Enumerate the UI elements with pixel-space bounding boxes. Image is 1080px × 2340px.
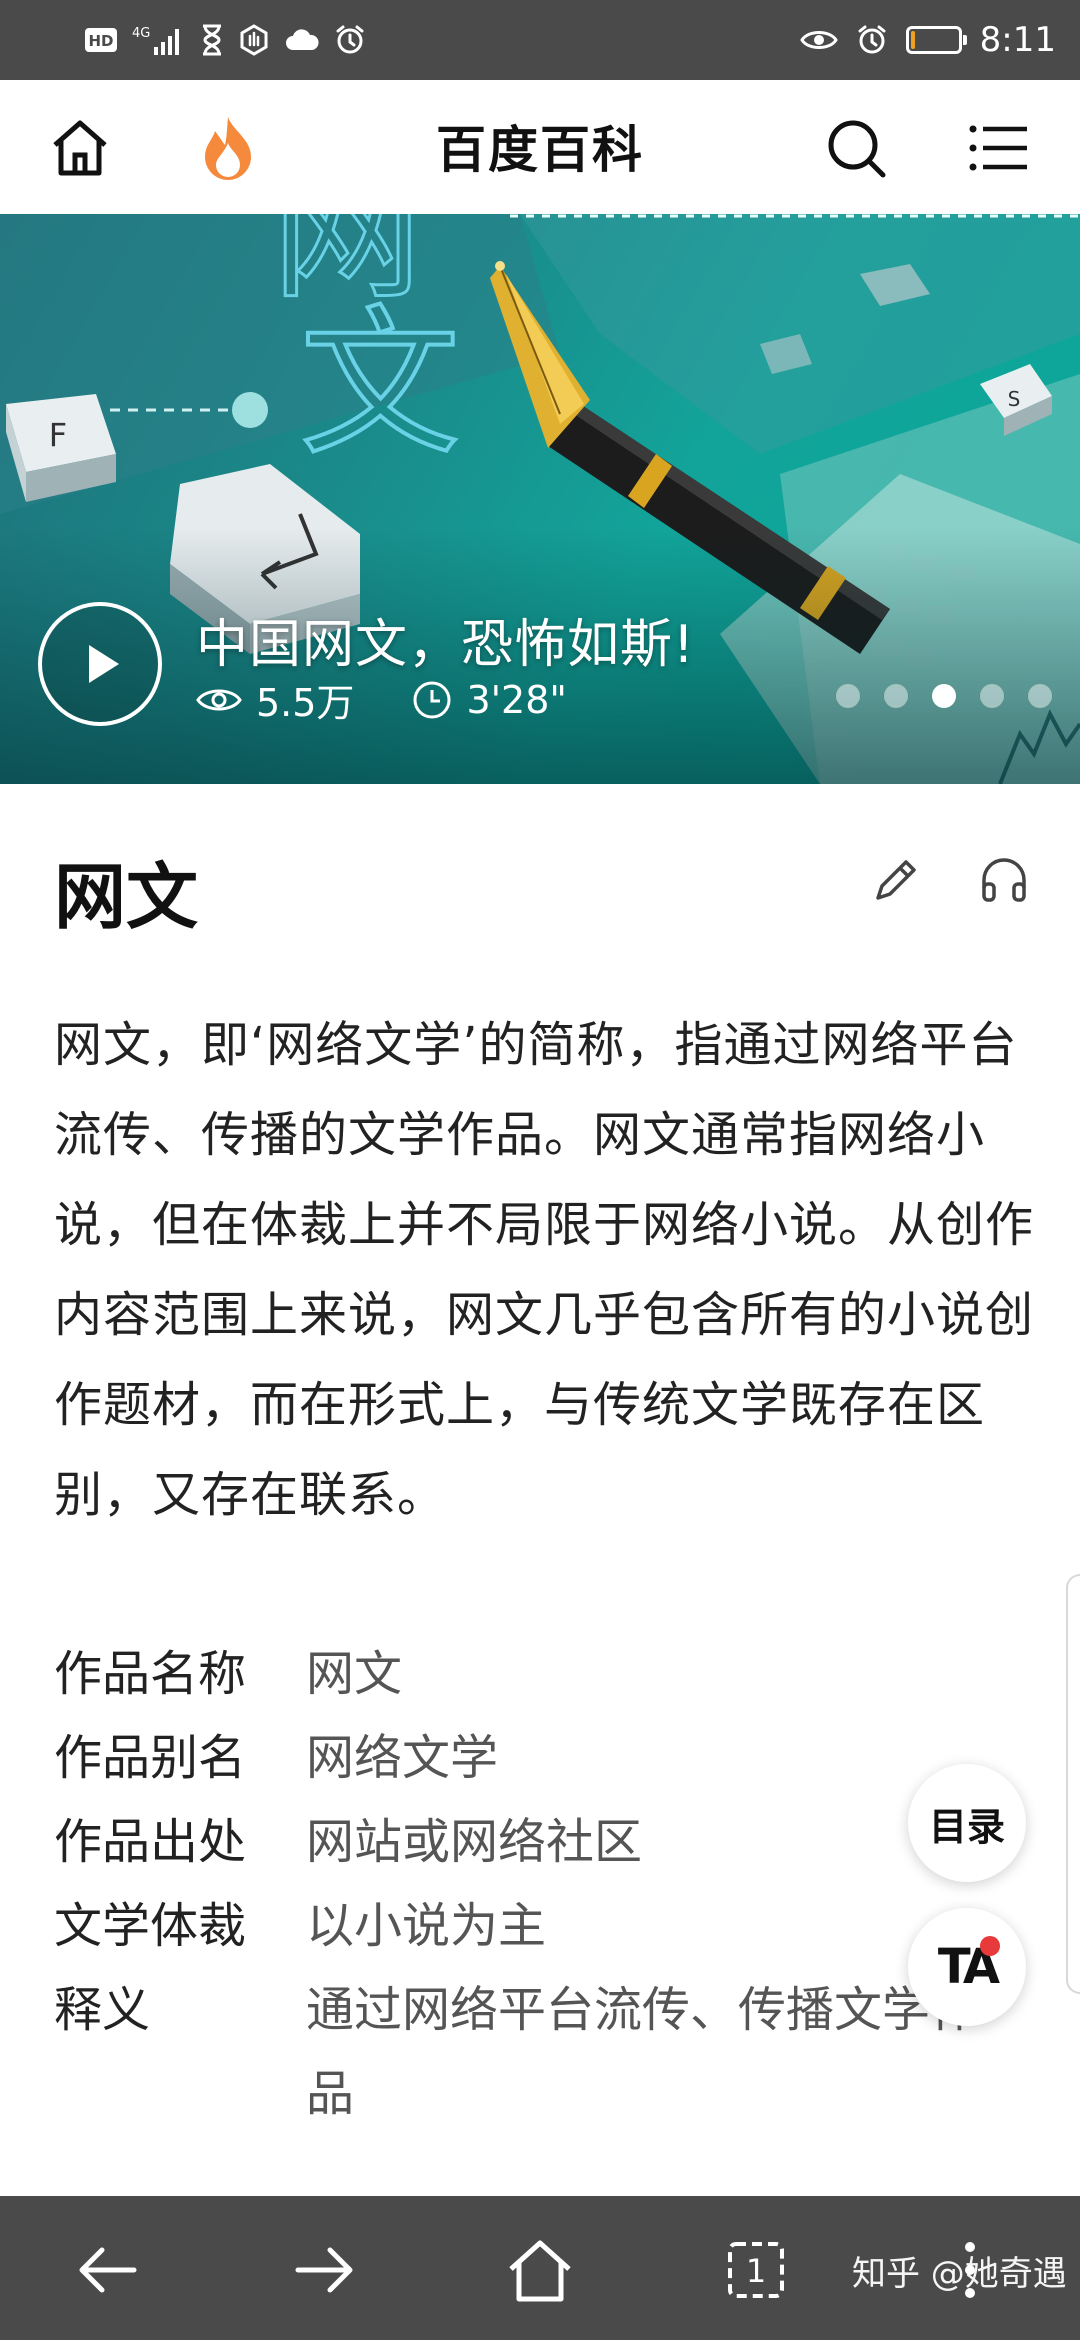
info-value: 网文 — [306, 1646, 403, 1702]
eye-icon — [799, 22, 838, 58]
views-icon — [196, 689, 242, 710]
browser-home-button[interactable] — [500, 2230, 580, 2310]
pencil-icon — [876, 860, 916, 900]
info-key: 文学体裁 — [54, 1898, 247, 1954]
info-value: 网络文学 — [306, 1730, 499, 1786]
carousel-dot[interactable] — [836, 684, 860, 708]
tabs-icon: 1 — [728, 2242, 784, 2298]
search-button[interactable] — [816, 108, 896, 188]
info-row: 文学体裁 以小说为主 — [54, 1884, 1014, 1968]
info-value: 以小说为主 — [306, 1898, 547, 1954]
video-title: 中国网文，恐怖如斯! — [196, 615, 695, 675]
info-key: 作品名称 — [54, 1646, 247, 1702]
ta-assistant-button[interactable]: TA — [908, 1908, 1026, 2026]
arrow-right-icon — [295, 2247, 353, 2293]
edit-button[interactable] — [868, 852, 924, 908]
listen-button[interactable] — [976, 852, 1032, 908]
video-meta: 5.5万 3'28" — [196, 672, 567, 727]
svg-text:HD: HD — [88, 32, 113, 50]
edge-drawer-handle[interactable] — [1066, 1574, 1080, 1994]
clock-icon — [413, 681, 451, 718]
carousel-dot[interactable] — [1028, 684, 1052, 708]
tabs-button[interactable]: 1 — [716, 2230, 796, 2310]
info-row: 释义 通过网络平台流传、传播文学作品 — [54, 1968, 1014, 2136]
video-banner[interactable]: 网 文 F S — [0, 214, 1080, 784]
notification-dot — [980, 1936, 1000, 1956]
table-of-contents-button[interactable]: 目录 — [908, 1764, 1026, 1882]
info-value: 通过网络平台流传、传播文学作品 — [306, 1982, 979, 2122]
menu-icon — [969, 125, 1027, 171]
info-key: 作品出处 — [54, 1814, 247, 1870]
carousel-dot[interactable] — [884, 684, 908, 708]
back-button[interactable] — [68, 2230, 148, 2310]
battery-level — [910, 31, 916, 49]
status-left-icons: HD 4G — [84, 20, 366, 60]
4g-signal-icon: 4G — [132, 22, 186, 58]
info-row: 作品出处 网站或网络社区 — [54, 1800, 1014, 1884]
alarm-clock-icon — [334, 22, 366, 58]
video-duration: 3'28" — [466, 677, 567, 722]
carousel-dot[interactable] — [980, 684, 1004, 708]
battery-icon — [905, 26, 967, 54]
play-icon — [89, 645, 119, 683]
top-navigation: 百度百科 — [0, 80, 1080, 215]
entry-summary: 网文，即‘网络文学’的简称，指通过网络平台流传、传播的文学作品。网文通常指网络小… — [54, 1017, 1035, 1523]
carousel-indicator — [836, 684, 1052, 708]
hand-icon — [238, 22, 270, 58]
hourglass-icon — [200, 22, 224, 58]
alarm-icon — [856, 22, 888, 58]
info-row: 作品名称 网文 — [54, 1632, 1014, 1716]
cloud-icon — [284, 22, 320, 58]
status-right-icons: 8:11 — [799, 16, 1056, 64]
svg-text:4G: 4G — [132, 26, 150, 41]
forward-button[interactable] — [284, 2230, 364, 2310]
info-key: 释义 — [54, 1982, 151, 2038]
headphones-icon — [982, 858, 1026, 902]
entry-title: 网文 — [54, 855, 199, 939]
svg-text:1: 1 — [746, 2252, 766, 2290]
search-icon — [828, 120, 886, 178]
view-count: 5.5万 — [256, 681, 355, 725]
watermark: 知乎 @她奇遇 — [852, 2254, 1067, 2294]
play-button[interactable] — [38, 602, 162, 726]
info-row: 作品别名 网络文学 — [54, 1716, 1014, 1800]
status-bar: HD 4G 8:11 — [0, 0, 1080, 80]
home-icon — [509, 2240, 571, 2302]
arrow-left-icon — [79, 2247, 137, 2293]
hd-icon: HD — [84, 22, 118, 58]
status-time: 8:11 — [979, 20, 1056, 60]
carousel-dot[interactable] — [932, 684, 956, 708]
menu-button[interactable] — [958, 108, 1038, 188]
info-key: 作品别名 — [54, 1730, 247, 1786]
page-title: 百度百科 — [436, 121, 644, 179]
basic-info-table: 作品名称 网文作品别名 网络文学作品出处 网站或网络社区文学体裁 以小说为主释义 通过网络… — [54, 1632, 1014, 2136]
